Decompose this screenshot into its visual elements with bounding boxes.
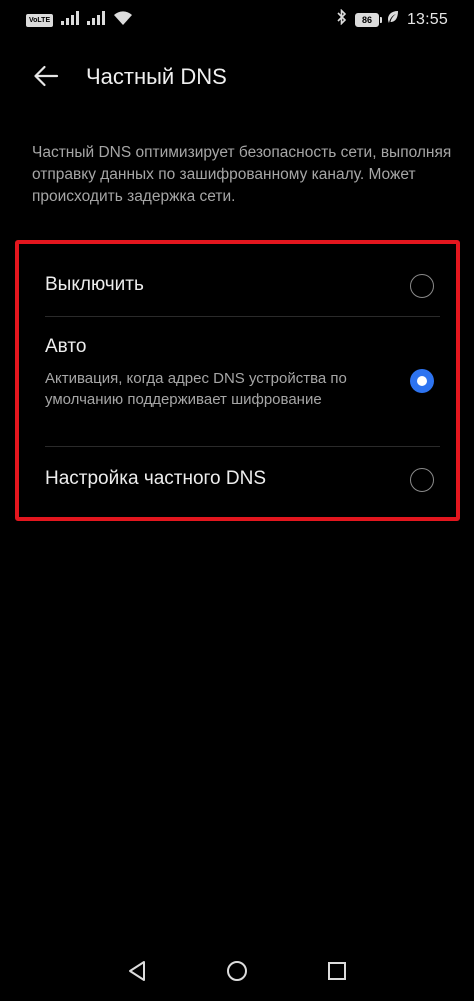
divider <box>45 316 440 317</box>
option-auto-label: Авто <box>45 336 87 357</box>
battery-icon: 86 <box>354 12 382 27</box>
bluetooth-icon <box>337 8 347 30</box>
system-nav-bar <box>0 950 474 996</box>
square-recents-icon <box>327 961 347 986</box>
wifi-icon <box>113 10 133 31</box>
divider <box>45 446 440 447</box>
dns-options-group: Выключить Авто Активация, когда адрес DN… <box>15 240 460 521</box>
charging-leaf-icon <box>387 10 399 29</box>
nav-home-button[interactable] <box>222 958 252 988</box>
signal-bars-icon <box>61 11 80 30</box>
option-custom-dns-label: Настройка частного DNS <box>45 468 267 489</box>
page-title: Частный DNS <box>86 64 227 89</box>
option-auto-radio[interactable] <box>410 369 434 393</box>
back-button[interactable] <box>26 60 66 96</box>
option-custom-dns-radio[interactable] <box>410 468 434 492</box>
option-off-label: Выключить <box>45 274 144 295</box>
option-auto-description: Активация, когда адрес DNS устройства по… <box>45 370 347 408</box>
app-header: Частный DNS <box>0 48 474 108</box>
status-bar: VoLTE 86 13:55 <box>0 0 474 40</box>
arrow-left-icon <box>33 65 59 92</box>
description-text: Частный DNS оптимизирует безопасность се… <box>32 144 452 205</box>
nav-back-button[interactable] <box>122 958 152 988</box>
status-right-group: 86 13:55 <box>337 8 448 30</box>
circle-home-icon <box>226 960 248 987</box>
triangle-back-icon <box>127 960 147 987</box>
option-off-radio[interactable] <box>410 274 434 298</box>
clock: 13:55 <box>406 10 448 28</box>
signal-bars-2-icon <box>87 11 106 30</box>
option-custom-dns[interactable]: Настройка частного DNS <box>33 448 442 512</box>
volte-badge: VoLTE <box>26 14 54 27</box>
status-left-group: VoLTE <box>26 10 133 31</box>
option-auto[interactable]: Авто Активация, когда адрес DNS устройст… <box>33 318 442 446</box>
option-off[interactable]: Выключить <box>33 254 442 316</box>
nav-recents-button[interactable] <box>322 958 352 988</box>
